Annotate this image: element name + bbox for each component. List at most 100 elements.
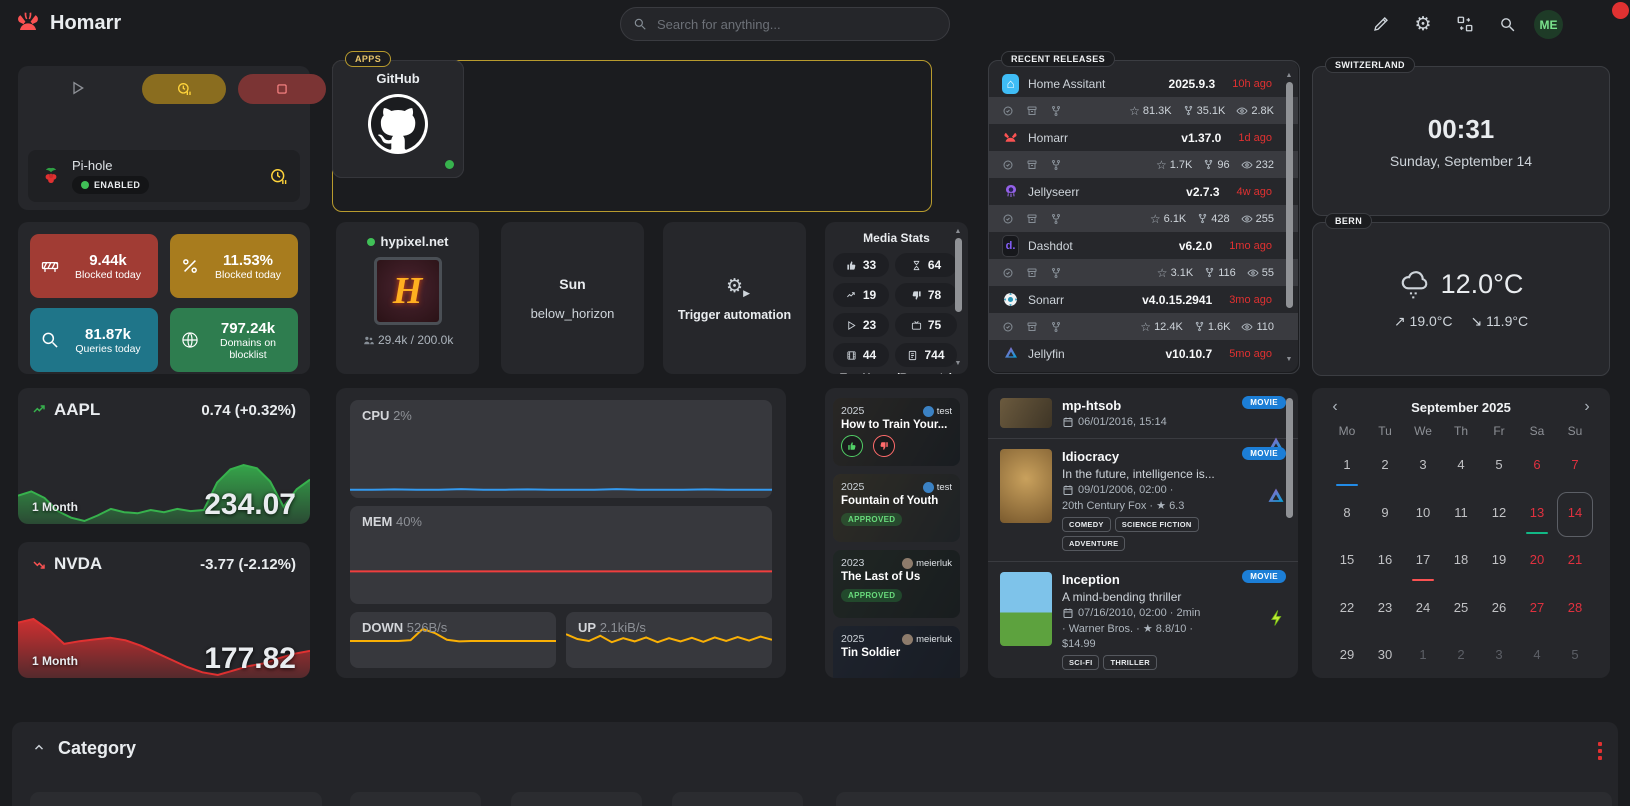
vote-up-button[interactable] xyxy=(841,435,863,457)
cpu-chart xyxy=(350,424,772,494)
partial-card[interactable] xyxy=(350,792,481,806)
release-version: v2.7.3 xyxy=(1186,185,1219,199)
request-card[interactable]: 2023 meierluk The Last of Us APPROVED xyxy=(833,550,960,618)
media-calendar-widget: mp-htsob 06/01/2016, 15:14 MOVIE xyxy=(988,388,1298,678)
release-item[interactable]: Sonarr v4.0.15.2941 3mo ago ☆12.4K 1.6K xyxy=(988,286,1298,340)
release-item[interactable]: Jellyseerr v2.7.3 4w ago ☆6.1K 428 xyxy=(988,178,1298,232)
search-bar[interactable] xyxy=(620,7,950,41)
partial-card[interactable] xyxy=(836,792,1612,806)
calendar-day[interactable]: 27 xyxy=(1518,593,1556,633)
board-switch-icon[interactable] xyxy=(1450,9,1480,39)
pihole-timer-icon[interactable] xyxy=(269,167,288,186)
calendar-day[interactable]: 2 xyxy=(1442,640,1480,678)
calendar-day[interactable]: 19 xyxy=(1480,545,1518,585)
release-item[interactable]: d. Dashdot v6.2.0 1mo ago xyxy=(988,232,1298,286)
user-avatar[interactable]: ME xyxy=(1534,10,1563,39)
edit-mode-icon[interactable] xyxy=(1366,9,1396,39)
d ashdot-icon: d. xyxy=(1002,235,1019,257)
calendar-day[interactable]: 29 xyxy=(1328,640,1366,678)
calendar-next-icon[interactable]: › xyxy=(1578,398,1596,416)
releases-scrollbar[interactable]: ▲ ▼ xyxy=(1284,72,1294,364)
calendar-day[interactable]: 25 xyxy=(1442,593,1480,633)
check-circle-icon xyxy=(1002,321,1014,333)
calendar-day[interactable]: 18 xyxy=(1442,545,1480,585)
stop-button[interactable] xyxy=(238,74,326,104)
calendar-day[interactable]: 1 xyxy=(1328,450,1366,490)
calendar-day[interactable]: 7 xyxy=(1556,450,1594,490)
calendar-day[interactable]: 4 xyxy=(1518,640,1556,678)
media-list-scrollbar[interactable] xyxy=(1284,396,1294,670)
system-monitor-widget: CPU 2% MEM 40% DOWN 526B/s UP 2.1kiB/s xyxy=(336,388,786,678)
scrollbar-thumb[interactable] xyxy=(955,238,962,312)
calendar-day[interactable]: 24 xyxy=(1404,593,1442,633)
calendar-day[interactable]: 21 xyxy=(1556,545,1594,585)
release-item[interactable]: Jellyfin v10.10.7 5mo ago xyxy=(988,340,1298,367)
request-card[interactable]: 2025 test Fountain of Youth APPROVED xyxy=(833,474,960,542)
scroll-up-icon[interactable]: ▲ xyxy=(955,228,962,236)
fork-icon xyxy=(1183,105,1194,116)
partial-card[interactable] xyxy=(672,792,803,806)
scroll-down-icon[interactable]: ▼ xyxy=(1286,356,1293,364)
calendar-day[interactable]: 12 xyxy=(1480,498,1518,538)
minecraft-server-widget[interactable]: hypixel.net H 29.4k / 200.0k xyxy=(336,222,479,374)
calendar-day[interactable]: 2 xyxy=(1366,450,1404,490)
release-age: 4w ago xyxy=(1237,186,1272,198)
media-stats-scrollbar[interactable]: ▲ ▼ xyxy=(953,228,963,368)
category-menu-icon[interactable] xyxy=(1598,742,1602,760)
pihole-integration-row[interactable]: Pi-hole ENABLED xyxy=(28,150,300,202)
calendar-day[interactable]: 4 xyxy=(1442,450,1480,490)
automation-widget[interactable]: ⚙▶ Trigger automation xyxy=(663,222,806,374)
calendar-day[interactable]: 8 xyxy=(1328,498,1366,538)
calendar-day[interactable]: 26 xyxy=(1480,593,1518,633)
release-name: Homarr xyxy=(1028,131,1172,145)
release-item[interactable]: ⌂ Home Assitant 2025.9.3 10h ago xyxy=(988,70,1298,124)
search-input[interactable] xyxy=(655,16,937,33)
media-row[interactable]: Idiocracy In the future, intelligence is… xyxy=(988,439,1298,562)
calendar-day[interactable]: 16 xyxy=(1366,545,1404,585)
request-title: Fountain of Youth xyxy=(841,495,952,507)
play-icon[interactable] xyxy=(70,79,86,97)
release-item[interactable]: Homarr v1.37.0 1d ago ☆1.7K 96 xyxy=(988,124,1298,178)
app-card[interactable]: GitHub xyxy=(332,60,464,178)
calendar-day[interactable]: 15 xyxy=(1328,545,1366,585)
calendar-day[interactable]: 5 xyxy=(1556,640,1594,678)
star-icon: ☆ xyxy=(1156,158,1167,172)
calendar-day[interactable]: 5 xyxy=(1480,450,1518,490)
partial-card[interactable] xyxy=(511,792,642,806)
media-row[interactable]: Inception A mind-bending thriller 07/16/… xyxy=(988,562,1298,678)
calendar-day[interactable]: 11 xyxy=(1442,498,1480,538)
request-card[interactable]: 2025 meierluk Tin Soldier xyxy=(833,626,960,678)
calendar-day[interactable]: 23 xyxy=(1366,593,1404,633)
request-card[interactable]: 2025 test How to Train Your... xyxy=(833,398,960,466)
scroll-up-icon[interactable]: ▲ xyxy=(1286,72,1293,80)
sun-sensor-widget[interactable]: Sun below_horizon xyxy=(501,222,644,374)
calendar-day[interactable]: 30 xyxy=(1366,640,1404,678)
calendar-day[interactable]: 17 xyxy=(1404,545,1442,585)
calendar-day[interactable]: 13 xyxy=(1518,498,1556,538)
scroll-down-icon[interactable]: ▼ xyxy=(955,360,962,368)
scrollbar-thumb[interactable] xyxy=(1286,82,1293,308)
calendar-day[interactable]: 20 xyxy=(1518,545,1556,585)
media-row[interactable]: mp-htsob 06/01/2016, 15:14 MOVIE xyxy=(988,388,1298,439)
calendar-day[interactable]: 3 xyxy=(1404,450,1442,490)
settings-gear-icon[interactable]: ⚙ xyxy=(1408,9,1438,39)
calendar-day[interactable]: 6 xyxy=(1518,450,1556,490)
vote-down-button[interactable] xyxy=(873,435,895,457)
calendar-day[interactable]: 22 xyxy=(1328,593,1366,633)
header-search-icon[interactable] xyxy=(1492,9,1522,39)
calendar-day[interactable]: 1 xyxy=(1404,640,1442,678)
partial-card[interactable] xyxy=(30,792,322,806)
scrollbar-thumb[interactable] xyxy=(1286,398,1293,518)
stat-declined: 78 xyxy=(895,283,957,307)
calendar-day[interactable]: 14 xyxy=(1556,498,1594,538)
calendar-day[interactable]: 10 xyxy=(1404,498,1442,538)
calendar-prev-icon[interactable]: ‹ xyxy=(1326,398,1344,416)
calendar-day[interactable]: 3 xyxy=(1480,640,1518,678)
chevron-up-icon[interactable] xyxy=(32,740,46,758)
stock-change: 0.74 (+0.32%) xyxy=(201,402,296,419)
calendar-day[interactable]: 28 xyxy=(1556,593,1594,633)
calendar-day[interactable]: 9 xyxy=(1366,498,1404,538)
app-online-dot xyxy=(445,160,454,169)
pause-timer-button[interactable] xyxy=(142,74,226,104)
request-title: Tin Soldier xyxy=(841,647,952,659)
